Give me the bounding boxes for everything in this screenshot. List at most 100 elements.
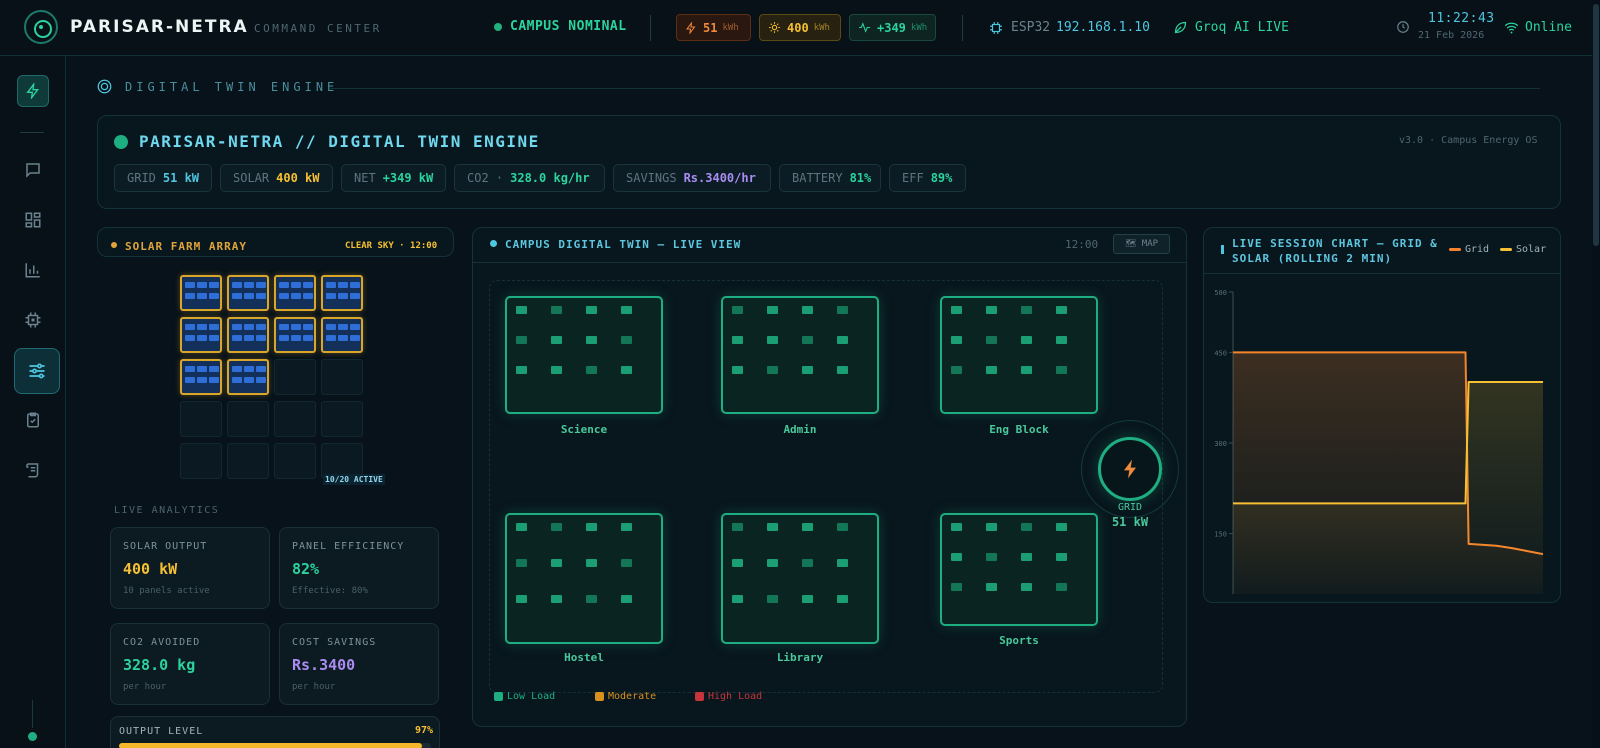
solar-panel[interactable] (227, 443, 269, 479)
building-window (802, 336, 813, 344)
building-window (802, 366, 813, 374)
building-window (986, 306, 997, 314)
bolt-icon (686, 21, 696, 34)
campus-building[interactable] (505, 513, 663, 644)
building-window (551, 336, 562, 344)
solar-kwh-pill: 400 kWh (759, 14, 841, 41)
solar-cell (350, 282, 360, 288)
solar-panel[interactable] (274, 317, 316, 353)
metric-chip: EFF 89% (889, 164, 966, 192)
solar-panel[interactable] (180, 401, 222, 437)
chip-icon (990, 22, 1002, 34)
solar-panel[interactable] (321, 401, 363, 437)
building-window (767, 595, 778, 603)
solar-panel[interactable] (321, 317, 363, 353)
solar-cell (197, 366, 207, 372)
building-window (516, 306, 527, 314)
building-label: Sports (999, 634, 1039, 647)
map-button[interactable]: 🗺 MAP (1113, 234, 1170, 254)
metric-label: SAVINGS (626, 171, 677, 185)
building-window (767, 559, 778, 567)
solar-cell (338, 293, 348, 299)
building-window (951, 306, 962, 314)
sidebar-item-tasks[interactable] (17, 404, 49, 436)
grid-node-label: GRID (1117, 502, 1143, 513)
sun-icon (769, 22, 780, 33)
solar-cell (185, 377, 195, 383)
solar-farm-title: SOLAR FARM ARRAY (125, 240, 247, 253)
sidebar-item-analytics[interactable] (17, 254, 49, 286)
solar-panel[interactable] (227, 359, 269, 395)
solar-panel[interactable] (227, 275, 269, 311)
campus-title: CAMPUS DIGITAL TWIN — LIVE VIEW (505, 238, 742, 251)
solar-cell (185, 324, 195, 330)
solar-panel[interactable] (321, 275, 363, 311)
campus-time: 12:00 (1065, 238, 1099, 251)
solar-panel[interactable] (321, 359, 363, 395)
divider (962, 15, 963, 41)
building-label: Eng Block (989, 423, 1049, 436)
solar-cell (256, 366, 266, 372)
solar-panel[interactable] (180, 359, 222, 395)
output-level-fill (119, 743, 422, 748)
campus-building[interactable] (505, 296, 663, 414)
sidebar-item-chat[interactable] (17, 154, 49, 186)
grid-node[interactable] (1098, 437, 1162, 501)
bolt-icon (26, 83, 39, 99)
analytics-card-sub: Effective: 80% (292, 586, 368, 596)
legend-label: Low Load (507, 691, 556, 702)
solar-panel[interactable] (274, 401, 316, 437)
campus-building[interactable] (940, 513, 1098, 626)
metric-chip: GRID 51 kW (114, 164, 212, 192)
building-window (802, 595, 813, 603)
solar-panel[interactable] (227, 317, 269, 353)
net-kwh-unit: kWh (910, 22, 928, 33)
campus-building[interactable] (721, 296, 879, 414)
sliders-icon (29, 363, 45, 379)
solar-cell (279, 335, 289, 341)
sidebar-item-logs[interactable] (17, 454, 49, 486)
grid-node-value: 51 kW (1111, 515, 1149, 529)
building-window (1056, 366, 1067, 374)
engine-version: v3.0 · Campus Energy OS (1399, 135, 1538, 146)
esp-label: ESP32 (1011, 20, 1051, 35)
solar-panel[interactable] (180, 275, 222, 311)
solar-cell (303, 324, 313, 330)
esp-ip: 192.168.1.10 (1056, 20, 1150, 35)
building-window (621, 523, 632, 531)
building-window (551, 559, 562, 567)
metric-value: 328.0 kg/hr (510, 171, 590, 185)
building-window (951, 336, 962, 344)
solar-panel[interactable] (274, 359, 316, 395)
building-window (1056, 553, 1067, 561)
net-kwh-pill: +349 kWh (849, 14, 936, 41)
solar-cell (232, 335, 242, 341)
sidebar-item-dashboard[interactable] (17, 204, 49, 236)
solar-panel[interactable] (180, 317, 222, 353)
analytics-card-value: 400 kW (123, 560, 178, 578)
solar-cell (197, 324, 207, 330)
building-window (951, 366, 962, 374)
solar-panel[interactable] (227, 401, 269, 437)
solar-cell (338, 335, 348, 341)
clock-icon (1397, 21, 1409, 33)
building-window (732, 595, 743, 603)
bar-chart-icon (25, 263, 40, 278)
solar-cell (232, 377, 242, 383)
solar-panel[interactable] (274, 275, 316, 311)
building-window (551, 595, 562, 603)
sidebar-item-digital-twin[interactable] (14, 348, 60, 394)
solar-cell (338, 282, 348, 288)
panels-active-count: 10/20 ACTIVE (323, 474, 385, 485)
analytics-card: COST SAVINGS Rs.3400 per hour (279, 623, 439, 705)
solar-panel[interactable] (274, 443, 316, 479)
campus-building[interactable] (940, 296, 1098, 414)
campus-building[interactable] (721, 513, 879, 644)
page-scrollbar-thumb[interactable] (1593, 4, 1599, 246)
building-window (951, 553, 962, 561)
building-label: Library (776, 651, 824, 664)
solar-panel[interactable] (180, 443, 222, 479)
sidebar-item-power[interactable] (17, 75, 49, 107)
sidebar-item-devices[interactable] (17, 304, 49, 336)
metric-label: GRID (127, 171, 156, 185)
